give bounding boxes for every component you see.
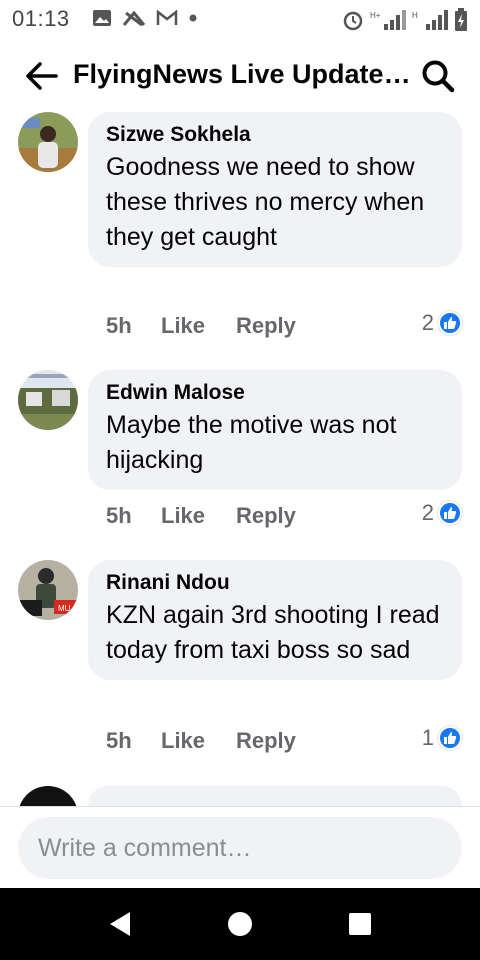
signal-h-plus-icon: H+ xyxy=(370,10,406,30)
image-icon xyxy=(93,10,111,26)
reaction-count: 2 xyxy=(421,310,434,335)
avatar[interactable] xyxy=(18,786,78,806)
comments-feed[interactable]: Sizwe Sokhela Goodness we need to show t… xyxy=(0,108,480,806)
reply-button[interactable]: Reply xyxy=(236,503,296,529)
comment-actions: 5h Like Reply xyxy=(106,728,296,754)
nav-recent-apps-icon[interactable] xyxy=(349,913,371,935)
thumbs-up-icon xyxy=(438,726,462,750)
nav-back-icon[interactable] xyxy=(106,910,134,938)
svg-text:H: H xyxy=(412,11,418,20)
reaction-count: 2 xyxy=(421,500,434,525)
comment-text: Maybe the motive was not hijacking xyxy=(106,411,397,474)
system-nav-bar xyxy=(0,888,480,960)
reaction-summary[interactable]: 2 xyxy=(422,310,462,336)
comment-time: 5h xyxy=(106,503,132,528)
back-arrow-icon xyxy=(26,62,58,90)
like-button[interactable]: Like xyxy=(161,313,236,339)
signal-h-icon: H xyxy=(412,10,448,30)
thumbs-up-icon xyxy=(438,311,462,335)
comment-actions: 5h Like Reply xyxy=(106,313,296,339)
back-button[interactable] xyxy=(22,56,62,96)
status-bar: 01:13 H+ H xyxy=(0,0,480,36)
comment-composer xyxy=(0,806,480,888)
comment-input[interactable] xyxy=(18,817,462,879)
gmail-icon xyxy=(156,9,178,25)
comment-actions: 5h Like Reply xyxy=(106,503,296,529)
avatar[interactable]: MU xyxy=(18,560,78,620)
reply-button[interactable]: Reply xyxy=(236,728,296,754)
comment-bubble[interactable]: Rinani Ndou KZN again 3rd shooting I rea… xyxy=(88,560,462,680)
search-icon xyxy=(422,60,455,93)
header: FlyingNews Live Update… xyxy=(0,42,480,108)
thumbs-up-icon xyxy=(438,501,462,525)
reaction-summary[interactable]: 2 xyxy=(422,500,462,526)
comment-author[interactable]: Sizwe Sokhela xyxy=(106,122,444,148)
search-button[interactable] xyxy=(418,56,458,96)
comment-time: 5h xyxy=(106,313,132,338)
comment-author[interactable]: Rinani Ndou xyxy=(106,570,444,596)
comment-bubble[interactable] xyxy=(88,786,462,806)
svg-text:MU: MU xyxy=(58,604,71,613)
comment-bubble[interactable]: Edwin Malose Maybe the motive was not hi… xyxy=(88,370,462,490)
reply-button[interactable]: Reply xyxy=(236,313,296,339)
comment-time: 5h xyxy=(106,728,132,753)
alarm-icon xyxy=(343,11,363,31)
wifi-off-icon xyxy=(122,10,146,27)
comment-author[interactable]: Edwin Malose xyxy=(106,380,444,406)
status-time: 01:13 xyxy=(12,6,70,31)
comment-text: Goodness we need to show these thrives n… xyxy=(106,153,425,251)
svg-text:H+: H+ xyxy=(370,11,381,20)
comment-bubble[interactable]: Sizwe Sokhela Goodness we need to show t… xyxy=(88,112,462,267)
reaction-count: 1 xyxy=(421,725,434,750)
nav-home-icon[interactable] xyxy=(228,912,252,936)
like-button[interactable]: Like xyxy=(161,728,236,754)
battery-charging-icon xyxy=(455,8,467,31)
page-title: FlyingNews Live Update… xyxy=(73,59,411,89)
reaction-summary[interactable]: 1 xyxy=(422,725,462,751)
comment-text: KZN again 3rd shooting I read today from… xyxy=(106,601,440,664)
avatar[interactable] xyxy=(18,370,78,430)
avatar[interactable] xyxy=(18,112,78,172)
like-button[interactable]: Like xyxy=(161,503,236,529)
dot-icon xyxy=(189,14,197,22)
